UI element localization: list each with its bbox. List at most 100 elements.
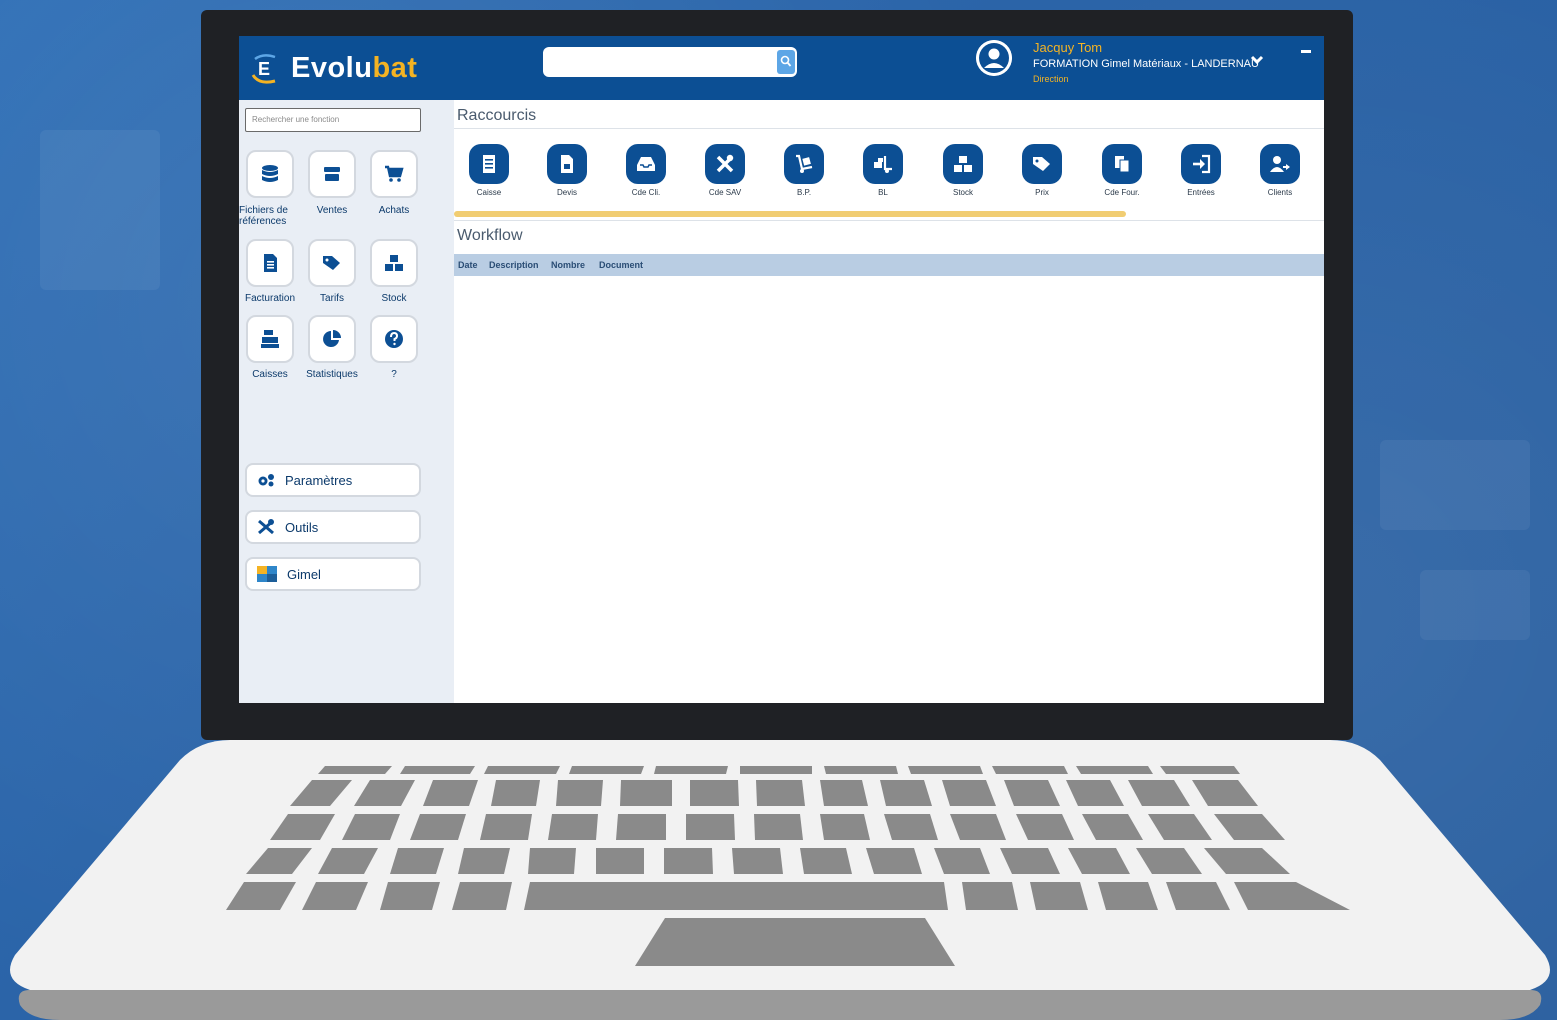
- keyboard: [226, 766, 1350, 910]
- shortcut-cde-sav[interactable]: Cde SAV: [695, 144, 755, 204]
- shortcut-label: Clients: [1267, 188, 1293, 197]
- tile-caisses[interactable]: [246, 315, 294, 363]
- parametres-label: Paramètres: [285, 472, 353, 488]
- shortcut-icon: [469, 144, 509, 184]
- background-shape: [1420, 570, 1530, 640]
- outils-label: Outils: [285, 519, 319, 535]
- user-avatar-icon[interactable]: [976, 40, 1012, 76]
- shortcut-label: Cde SAV: [708, 188, 742, 197]
- minimize-button[interactable]: [1301, 50, 1311, 53]
- shortcut-devis[interactable]: Devis: [537, 144, 597, 204]
- shortcut-icon: [705, 144, 745, 184]
- tile-label: Fichiers de références: [239, 205, 288, 227]
- background-shape: [40, 130, 160, 290]
- shortcut-label: Stock: [952, 188, 973, 197]
- divider: [454, 220, 1324, 221]
- shortcut-prix[interactable]: Prix: [1012, 144, 1072, 204]
- tile-label: Facturation: [244, 293, 296, 304]
- divider: [454, 128, 1324, 129]
- receipt-icon: [483, 155, 495, 173]
- column-header-description[interactable]: Description: [489, 260, 539, 270]
- shortcut-icon: [1260, 144, 1300, 184]
- shortcut-bl[interactable]: BL: [853, 144, 913, 204]
- tile-fichiers-de-references[interactable]: [246, 150, 294, 198]
- workflow-title: Workflow: [457, 227, 523, 244]
- shortcuts-scrollbar[interactable]: [454, 211, 1126, 217]
- user-arrow-icon: [1270, 156, 1290, 172]
- store-icon: [324, 167, 340, 181]
- tools-icon: [716, 154, 734, 173]
- tools-icon: [258, 519, 274, 535]
- sidebar: Rechercher une fonction Fichiers de réfé…: [239, 100, 454, 703]
- tile-label: ?: [391, 369, 397, 380]
- shortcut-icon: [1102, 144, 1142, 184]
- help-icon: [385, 330, 403, 348]
- tag-icon: [323, 256, 340, 270]
- shortcut-icon: [784, 144, 824, 184]
- chevron-down-icon[interactable]: [1250, 54, 1264, 66]
- outils-button[interactable]: Outils: [245, 510, 421, 544]
- workflow-table-header: Date Description Nombre Document: [454, 254, 1324, 276]
- app-header: E Evolubat Jacquy Tom FORMATION Gimel Ma…: [239, 36, 1324, 100]
- brand-name: Evolubat: [291, 52, 417, 85]
- evolubat-logo[interactable]: E Evolubat: [249, 50, 417, 86]
- tile-ventes[interactable]: [308, 150, 356, 198]
- shortcut-icon: [626, 144, 666, 184]
- shortcut-entrees[interactable]: Entrées: [1171, 144, 1231, 204]
- tile-label: Ventes: [316, 205, 348, 216]
- shortcut-bp[interactable]: B.P.: [774, 144, 834, 204]
- user-role: Direction: [1033, 74, 1069, 84]
- boxes-icon: [954, 156, 972, 172]
- copy-icon: [1115, 156, 1130, 173]
- user-name[interactable]: Jacquy Tom: [1033, 40, 1102, 55]
- inbox-icon: [637, 157, 655, 171]
- shortcut-label: Devis: [556, 188, 577, 197]
- shortcut-label: BL: [878, 188, 888, 197]
- tile-stock[interactable]: [370, 239, 418, 287]
- function-search-input[interactable]: Rechercher une fonction: [245, 108, 421, 132]
- tile-tarifs[interactable]: [308, 239, 356, 287]
- shortcut-icon: [1022, 144, 1062, 184]
- gimel-label: Gimel: [287, 566, 321, 582]
- brand-prefix: Evolu: [291, 51, 373, 84]
- cash-register-icon: [261, 330, 279, 348]
- invoice-icon: [264, 254, 277, 272]
- tile-facturation[interactable]: [246, 239, 294, 287]
- gimel-button[interactable]: Gimel: [245, 557, 421, 591]
- shortcut-stock[interactable]: Stock: [933, 144, 993, 204]
- shortcut-label: Cde Four.: [1104, 188, 1140, 197]
- screen: E Evolubat Jacquy Tom FORMATION Gimel Ma…: [239, 36, 1324, 703]
- column-header-date[interactable]: Date: [458, 260, 478, 270]
- database-icon: [262, 165, 278, 182]
- user-company[interactable]: FORMATION Gimel Matériaux - LANDERNAU: [1033, 58, 1259, 70]
- tile-label: Stock: [381, 293, 407, 304]
- gimel-logo-icon: [257, 566, 277, 582]
- search-button[interactable]: [777, 50, 795, 74]
- background-shape: [1380, 440, 1530, 530]
- shortcut-clients[interactable]: Clients: [1250, 144, 1310, 204]
- brand-suffix: bat: [372, 51, 418, 84]
- shortcut-cde-cli[interactable]: Cde Cli.: [616, 144, 676, 204]
- tile-label: Statistiques: [306, 369, 358, 380]
- global-search-input[interactable]: [543, 47, 797, 77]
- sign-in-icon: [1193, 154, 1211, 174]
- parametres-button[interactable]: Paramètres: [245, 463, 421, 497]
- column-header-document[interactable]: Document: [599, 260, 643, 270]
- tag-icon: [1033, 157, 1050, 171]
- shortcut-icon: [1181, 144, 1221, 184]
- tile-help[interactable]: [370, 315, 418, 363]
- document-icon: [561, 155, 573, 173]
- shortcuts-title: Raccourcis: [457, 107, 537, 124]
- shortcut-caisse[interactable]: Caisse: [459, 144, 519, 204]
- shortcut-icon: [863, 144, 903, 184]
- column-header-nombre[interactable]: Nombre: [551, 260, 585, 270]
- shortcut-cde-four[interactable]: Cde Four.: [1092, 144, 1152, 204]
- shortcut-icon: [547, 144, 587, 184]
- logo-mark-icon: E: [249, 51, 283, 85]
- shortcut-label: Entrées: [1187, 188, 1215, 197]
- tile-achats[interactable]: [370, 150, 418, 198]
- shortcut-label: B.P.: [796, 188, 812, 197]
- tile-statistiques[interactable]: [308, 315, 356, 363]
- logo-letter: E: [258, 59, 270, 79]
- tile-label: Achats: [378, 205, 410, 216]
